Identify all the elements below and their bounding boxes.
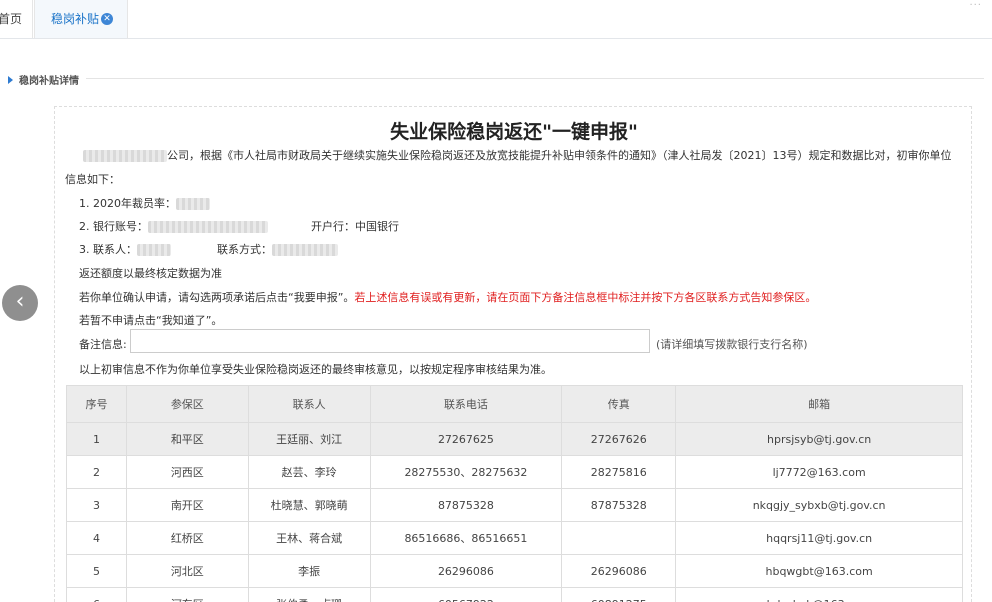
item-contact-person: 3. 联系人：	[79, 241, 171, 257]
more-icon[interactable]: ···	[969, 0, 982, 11]
section-divider	[86, 78, 984, 79]
tab-bar: 首页 稳岗补贴 ✕ ···	[0, 0, 992, 39]
note-skip: 若暂不申请点击“我知道了”。	[79, 314, 223, 327]
table-row[interactable]: 1 和平区 王廷丽、刘江 27267625 27267626 hprsjsyb@tj.go…	[66, 422, 963, 456]
col-header-contact: 联系人	[247, 385, 371, 423]
col-header-phone: 联系电话	[369, 385, 563, 423]
col-header-index: 序号	[66, 385, 127, 423]
table-row[interactable]: 2 河西区 赵芸、李玲 28275530、28275632 28275816 lj7772…	[66, 455, 963, 489]
redacted-phone	[272, 244, 338, 256]
redacted-account	[148, 221, 268, 233]
col-header-district: 参保区	[125, 385, 249, 423]
table-row[interactable]: 6河东区张伯勇、卢珊6056792260891275hdsybxk@163.co…	[66, 587, 963, 602]
table-row[interactable]: 3 南开区 杜晓慧、郭晓萌 87875328 87875328 nkqgjy_sybxb@…	[66, 488, 963, 522]
note-amount: 返还额度以最终核定数据为准	[79, 267, 222, 280]
redacted-contact	[137, 244, 171, 256]
tab-subsidy[interactable]: 稳岗补贴 ✕	[34, 0, 128, 38]
back-arrow-button[interactable]: ‹	[2, 285, 38, 321]
bank-name: 开户行：中国银行	[311, 220, 399, 233]
redacted-company	[83, 150, 167, 162]
item-layoff-rate: 1. 2020年裁员率：	[79, 195, 210, 211]
section-header: 稳岗补贴详情	[8, 72, 79, 87]
table-row[interactable]: 5 河北区 李振 26296086 26296086 hbqwgbt@163.com	[66, 554, 963, 588]
intro-line1: 公司，根据《市人社局市财政局关于继续实施失业保险稳岗返还及放宽技能提升补贴申领条…	[83, 147, 952, 163]
disclaimer: 以上初审信息不作为你单位享受失业保险稳岗返还的最终审核意见，以按规定程序审核结果…	[79, 363, 552, 376]
tab-home[interactable]: 首页	[0, 0, 33, 38]
section-title: 稳岗补贴详情	[19, 76, 79, 87]
col-header-fax: 传真	[561, 385, 677, 423]
remark-input[interactable]	[130, 329, 650, 353]
page-title: 失业保险稳岗返还"一键申报"	[390, 121, 638, 143]
item-bank-account: 2. 银行账号：	[79, 218, 268, 234]
remark-hint: (请详细填写拨款银行支行名称)	[656, 338, 808, 351]
close-icon[interactable]: ✕	[101, 13, 113, 25]
triangle-right-icon	[8, 76, 13, 84]
item-contact-phone: 联系方式：	[217, 241, 338, 257]
tab-subsidy-label: 稳岗补贴	[51, 12, 100, 26]
note-warning: 若上述信息有误或有更新，请在页面下方备注信息框中标注并按下方各区联系方式告知参保…	[354, 291, 817, 304]
intro-line2: 信息如下：	[65, 173, 120, 186]
table-header-row: 序号 参保区 联系人 联系电话 传真 邮箱	[66, 385, 963, 423]
col-header-email: 邮箱	[675, 385, 963, 423]
table-row[interactable]: 4 红桥区 王林、蒋合斌 86516686、86516651 hqqrsj11@tj.g…	[66, 521, 963, 555]
redacted-rate	[176, 198, 210, 210]
note-confirm: 若你单位确认申请，请勾选两项承诺后点击“我要申报”。若上述信息有误或有更新，请在…	[79, 291, 817, 304]
remark-label: 备注信息:	[79, 338, 127, 351]
detail-card: 失业保险稳岗返还"一键申报" 公司，根据《市人社局市财政局关于继续实施失业保险稳…	[54, 106, 972, 602]
contact-table: 序号 参保区 联系人 联系电话 传真 邮箱 1 和平区 王廷丽、刘江 27267625…	[66, 385, 963, 602]
